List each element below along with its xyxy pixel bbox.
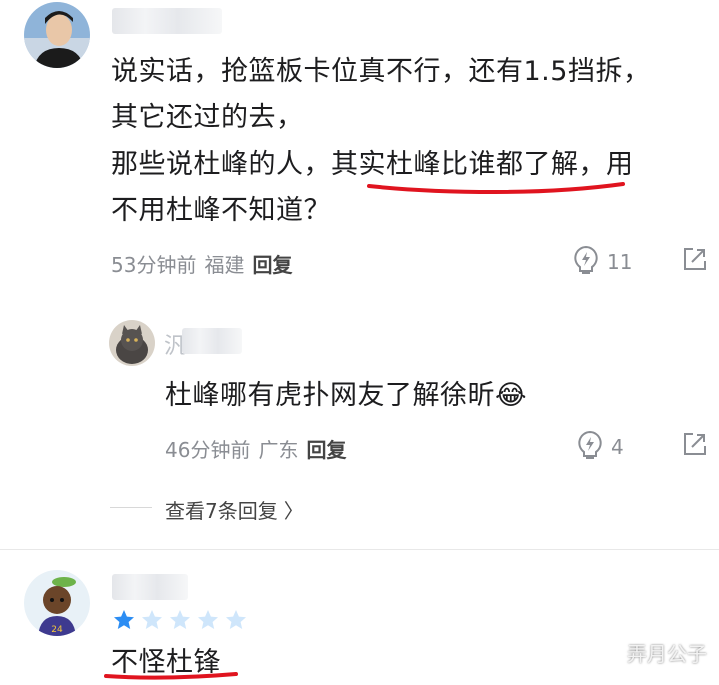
comment-text: 不怪杜锋 — [111, 647, 221, 678]
star-empty-icon — [142, 610, 162, 629]
star-empty-icon — [170, 610, 190, 629]
watermark: 弄月公子 — [627, 642, 707, 666]
star-empty-icon — [226, 610, 246, 629]
star-rating — [112, 608, 248, 632]
username-blurred[interactable] — [112, 574, 188, 600]
avatar[interactable] — [109, 320, 155, 366]
chevron-right-icon: 〉 — [283, 499, 304, 523]
comment-time: 53分钟前 — [111, 253, 197, 277]
username-blurred[interactable] — [182, 328, 242, 354]
reply-button[interactable]: 回复 — [252, 253, 292, 277]
avatar[interactable] — [24, 2, 90, 68]
reply-text: 杜峰哪有虎扑网友了解徐昕😂 — [165, 374, 527, 418]
comment-text-line: 其它还过的去， — [111, 102, 304, 133]
star-filled-icon — [114, 610, 134, 629]
view-more-dash — [110, 507, 152, 508]
star-empty-icon — [198, 610, 218, 629]
lightning-bulb-icon[interactable] — [572, 245, 600, 275]
comment-divider — [0, 549, 719, 550]
cartoon-player-avatar-image: 24 — [24, 570, 90, 636]
view-more-label: 查看7条回复 — [165, 499, 278, 523]
laughing-crying-emoji: 😂 — [495, 380, 528, 411]
share-arrow-icon[interactable] — [682, 431, 708, 457]
share-arrow-icon[interactable] — [682, 246, 708, 272]
reply-meta: 46分钟前 广东 回复 — [165, 434, 346, 463]
comment-text-line: 那些说杜峰的人，其实杜峰比谁都了解，用 — [111, 149, 634, 180]
like-count: 4 — [611, 435, 624, 459]
avatar-image — [24, 2, 90, 68]
comment-text-line: 说实话，抢篮板卡位真不行，还有1.5挡拆， — [111, 56, 651, 87]
comment-location: 福建 — [204, 253, 245, 277]
comment-meta: 53分钟前 福建 回复 — [111, 249, 292, 278]
view-more-replies-button[interactable]: 查看7条回复〉 — [165, 495, 304, 524]
comment-text-line: 不用杜峰不知道？ — [111, 195, 331, 226]
cat-avatar-image — [109, 320, 155, 366]
reply-time: 46分钟前 — [165, 438, 251, 462]
like-count: 11 — [607, 250, 633, 274]
lightning-bulb-icon[interactable] — [576, 430, 604, 460]
avatar[interactable]: 24 — [24, 570, 90, 636]
reply-button[interactable]: 回复 — [306, 438, 346, 462]
svg-text:24: 24 — [51, 625, 63, 635]
reply-location: 广东 — [258, 438, 299, 462]
username-blurred[interactable] — [112, 8, 222, 34]
reply-text-content: 杜峰哪有虎扑网友了解徐昕 — [165, 380, 495, 411]
